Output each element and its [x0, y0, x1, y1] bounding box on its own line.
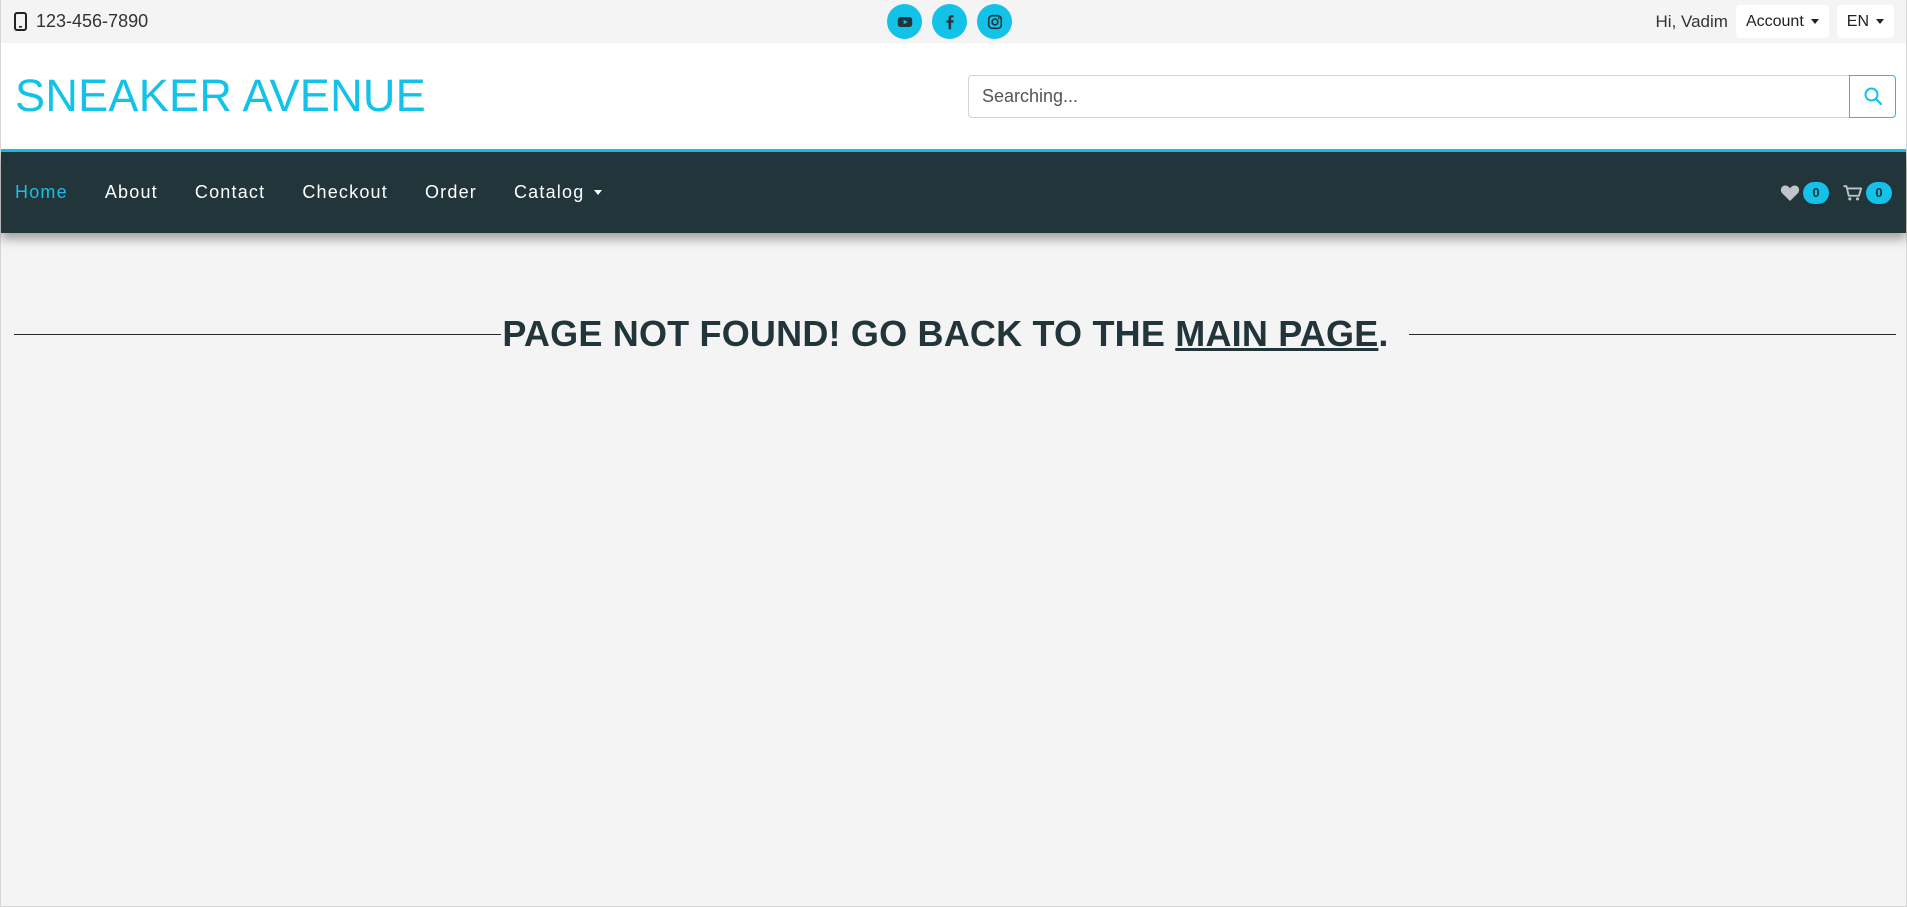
- wishlist-count-badge: 0: [1803, 181, 1829, 204]
- facebook-icon: [945, 14, 954, 29]
- phone-contact: 123-456-7890: [14, 11, 148, 32]
- cart-button[interactable]: 0: [1843, 181, 1892, 204]
- nav-checkout[interactable]: Checkout: [302, 182, 388, 203]
- user-greeting: Hi, Vadim: [1655, 11, 1728, 31]
- chevron-down-icon: [1876, 19, 1884, 24]
- nav-contact[interactable]: Contact: [195, 182, 265, 203]
- instagram-icon: [987, 14, 1002, 29]
- chevron-down-icon: [594, 190, 603, 195]
- nav-catalog-dropdown[interactable]: Catalog: [513, 182, 603, 203]
- main-page-link[interactable]: MAIN PAGE: [1175, 313, 1378, 354]
- nav-icons: 0 0: [1780, 181, 1892, 204]
- nav-links: Home About Contact Checkout Order Catalo…: [15, 182, 603, 203]
- site-logo[interactable]: SNEAKER AVENUE: [15, 70, 426, 122]
- site-header: SNEAKER AVENUE: [1, 43, 1906, 152]
- account-dropdown[interactable]: Account: [1735, 5, 1829, 38]
- divider-right: [1408, 333, 1896, 335]
- search-icon: [1864, 87, 1882, 106]
- language-label: EN: [1846, 12, 1869, 30]
- main-navbar: Home About Contact Checkout Order Catalo…: [1, 152, 1906, 233]
- nav-catalog-label: Catalog: [513, 182, 585, 202]
- divider-left: [14, 333, 502, 335]
- nav-about[interactable]: About: [105, 182, 158, 203]
- mobile-phone-icon: [14, 12, 27, 31]
- youtube-icon: [897, 16, 912, 27]
- nav-contact-label: Contact: [194, 182, 266, 202]
- nav-checkout-label: Checkout: [302, 182, 388, 202]
- heart-icon: [1780, 184, 1800, 201]
- language-dropdown[interactable]: EN: [1836, 5, 1894, 38]
- message-suffix: .: [1378, 313, 1389, 354]
- nav-order[interactable]: Order: [425, 182, 477, 203]
- shopping-cart-icon: [1843, 184, 1863, 200]
- nav-about-label: About: [104, 182, 158, 202]
- search-button[interactable]: [1849, 74, 1896, 118]
- social-links: [887, 4, 1012, 39]
- phone-number: 123-456-7890: [36, 11, 149, 31]
- youtube-button[interactable]: [887, 4, 922, 39]
- wishlist-button[interactable]: 0: [1780, 181, 1829, 204]
- account-label: Account: [1745, 12, 1804, 30]
- chevron-down-icon: [1810, 19, 1819, 24]
- search-input[interactable]: [968, 74, 1849, 118]
- nav-home[interactable]: Home: [15, 182, 68, 203]
- nav-order-label: Order: [424, 182, 477, 202]
- not-found-section: PAGE NOT FOUND! GO BACK TO THE MAIN PAGE…: [1, 313, 1906, 355]
- search-form: [968, 74, 1896, 118]
- nav-home-label: Home: [15, 182, 68, 202]
- message-prefix: PAGE NOT FOUND! GO BACK TO THE: [502, 313, 1176, 354]
- top-bar: 123-456-7890 Hi, Vadim Account EN: [1, 0, 1906, 43]
- cart-count-badge: 0: [1866, 181, 1892, 204]
- not-found-message: PAGE NOT FOUND! GO BACK TO THE MAIN PAGE…: [501, 313, 1408, 355]
- facebook-button[interactable]: [932, 4, 967, 39]
- user-area: Hi, Vadim Account EN: [1656, 5, 1894, 38]
- instagram-button[interactable]: [977, 4, 1012, 39]
